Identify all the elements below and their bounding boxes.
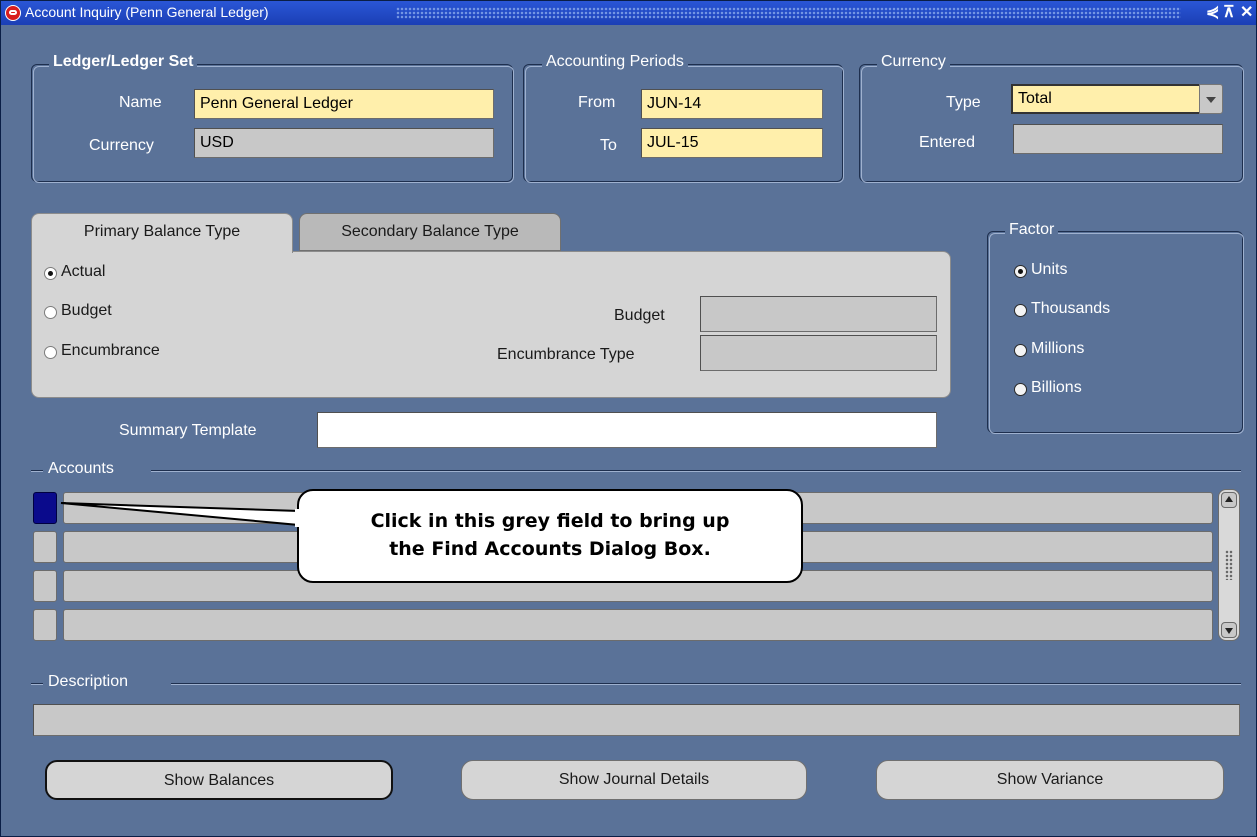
period-from-label: From (578, 94, 616, 111)
ledger-name-field[interactable]: Penn General Ledger (194, 89, 494, 119)
period-to-label: To (600, 137, 617, 154)
ledger-group-label: Ledger/Ledger Set (49, 53, 198, 71)
scroll-up-icon[interactable] (1221, 492, 1237, 508)
scroll-grip-icon[interactable] (1225, 550, 1233, 580)
period-from-field[interactable]: JUN-14 (641, 89, 823, 119)
account-row-4-selector[interactable] (33, 609, 57, 641)
currency-entered-field[interactable] (1013, 124, 1223, 154)
tab-primary-balance-type[interactable]: Primary Balance Type (31, 213, 293, 253)
ledger-name-label: Name (119, 94, 162, 111)
radio-units-label[interactable]: Units (1031, 261, 1067, 279)
callout-line-1: Click in this grey field to bring up (370, 510, 730, 532)
radio-billions-label[interactable]: Billions (1031, 379, 1082, 397)
window-title: Account Inquiry (Penn General Ledger) (25, 4, 269, 20)
show-balances-button[interactable]: Show Balances (45, 760, 393, 800)
chevron-down-icon[interactable] (1199, 84, 1223, 114)
radio-budget[interactable] (44, 306, 57, 319)
callout-line-2: the Find Accounts Dialog Box. (389, 538, 711, 560)
radio-units[interactable] (1014, 265, 1027, 278)
budget-label: Budget (614, 307, 665, 324)
accounts-scrollbar[interactable] (1218, 489, 1240, 641)
ledger-group (31, 64, 514, 183)
account-row-2-selector[interactable] (33, 531, 57, 563)
accounts-divider-left (31, 470, 43, 472)
instruction-callout: Click in this grey field to bring up the… (297, 489, 803, 583)
accounts-section-label: Accounts (48, 460, 114, 477)
account-row-1-selector[interactable] (33, 492, 57, 524)
description-divider-left (31, 683, 43, 685)
currency-entered-label: Entered (919, 134, 976, 151)
tab-secondary-balance-type[interactable]: Secondary Balance Type (299, 213, 561, 251)
minimize-icon[interactable]: ⋞ (1206, 3, 1219, 23)
radio-encumbrance-label[interactable]: Encumbrance (61, 342, 160, 360)
radio-thousands[interactable] (1014, 304, 1027, 317)
callout-pointer (60, 502, 303, 527)
encumbrance-type-field[interactable] (700, 335, 937, 371)
scroll-down-icon[interactable] (1221, 622, 1237, 638)
show-journal-details-button[interactable]: Show Journal Details (461, 760, 807, 800)
currency-type-select[interactable]: Total (1011, 84, 1201, 114)
close-icon[interactable]: ✕ (1240, 3, 1253, 23)
accounting-periods-group (523, 64, 844, 183)
radio-budget-label[interactable]: Budget (61, 302, 112, 320)
period-to-field[interactable]: JUL-15 (641, 128, 823, 158)
radio-actual[interactable] (44, 267, 57, 280)
accounts-divider-right (151, 470, 1241, 472)
radio-billions[interactable] (1014, 383, 1027, 396)
factor-group (987, 231, 1244, 434)
radio-millions[interactable] (1014, 344, 1027, 357)
account-row-4-field[interactable] (63, 609, 1213, 641)
show-variance-button[interactable]: Show Variance (876, 760, 1224, 800)
radio-encumbrance[interactable] (44, 346, 57, 359)
radio-thousands-label[interactable]: Thousands (1031, 300, 1110, 318)
ledger-currency-label: Currency (89, 137, 154, 154)
description-section-label: Description (48, 673, 129, 690)
account-inquiry-window: Account Inquiry (Penn General Ledger) ⋞ … (0, 0, 1257, 837)
factor-group-label: Factor (1005, 221, 1059, 239)
radio-millions-label[interactable]: Millions (1031, 340, 1084, 358)
ledger-currency-field[interactable]: USD (194, 128, 494, 158)
account-row-3-selector[interactable] (33, 570, 57, 602)
title-bar-grip (396, 7, 1181, 19)
title-bar[interactable]: Account Inquiry (Penn General Ledger) ⋞ … (1, 1, 1256, 25)
encumbrance-type-label: Encumbrance Type (497, 346, 635, 363)
summary-template-field[interactable] (317, 412, 937, 448)
radio-actual-label[interactable]: Actual (61, 263, 105, 281)
description-field[interactable] (33, 704, 1240, 736)
maximize-icon[interactable]: ⊼ (1223, 3, 1235, 23)
budget-field[interactable] (700, 296, 937, 332)
accounting-periods-label: Accounting Periods (542, 53, 688, 71)
summary-template-label: Summary Template (119, 422, 257, 439)
oracle-logo-icon (5, 5, 21, 21)
description-divider-right (171, 683, 1241, 685)
currency-group-label: Currency (877, 53, 950, 71)
currency-type-label: Type (946, 94, 981, 111)
currency-group (859, 64, 1244, 183)
